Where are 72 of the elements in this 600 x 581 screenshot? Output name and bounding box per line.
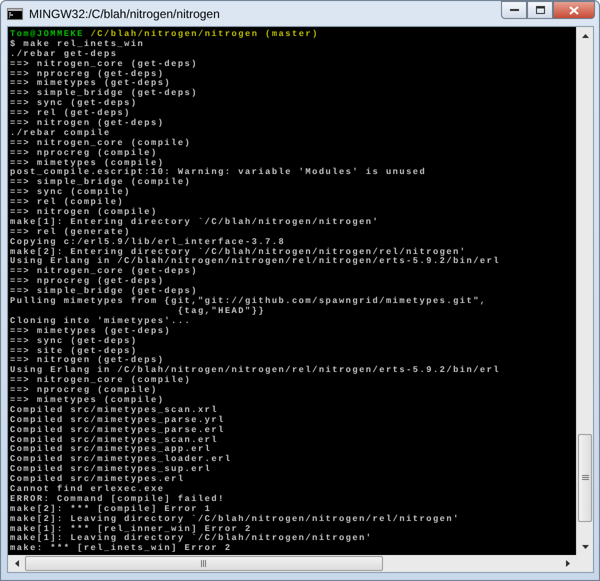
prompt-user: Tom@JOMMEKE: [10, 29, 84, 39]
terminal-line: ==> simple_bridge (get-deps): [10, 287, 199, 296]
down-arrow-icon: [582, 544, 589, 548]
grip-icon: [582, 475, 588, 481]
scroll-thumb[interactable]: [578, 434, 592, 522]
terminal-line: ==> rel (get-deps): [10, 109, 132, 118]
terminal-line: Copying c:/erl5.9/lib/erl_interface-3.7.8: [10, 238, 286, 248]
right-arrow-icon: [566, 560, 570, 567]
terminal-line: ==> nprocreg (compile): [10, 386, 159, 396]
terminal-line: {tag,"HEAD"}}: [176, 306, 266, 316]
scroll-thumb[interactable]: [25, 556, 383, 571]
terminal-line: Compiled src/mimetypes_scan.erl: [10, 436, 220, 445]
minimize-icon: [510, 8, 518, 12]
horizontal-scrollbar[interactable]: [8, 555, 576, 572]
terminal-line: post_compile.escript:10: Warning: variable 'Modules' is unused: [10, 168, 428, 178]
terminal-line: ==> nitrogen_core (compile): [10, 138, 192, 148]
terminal-line: Cannot find erlexec.exe: [10, 484, 166, 494]
terminal-line: ./rebar get-deps: [10, 50, 118, 60]
terminal-line: ==> sync (get-deps): [10, 99, 139, 108]
terminal-line: ==> mimetypes (compile): [10, 158, 164, 168]
terminal-line: Cloning into 'mimetypes'...: [10, 316, 192, 326]
terminal-line: ==> mimetypes (compile): [10, 396, 166, 406]
terminal-line: make[2]: *** [compile] Error 1: [10, 504, 212, 514]
terminal-line: ==> rel (generate): [10, 228, 132, 238]
terminal-line: make[2]: Leaving directory `/C/blah/nitrogen/nitrogen/rel/nitrogen': [10, 514, 461, 524]
terminal-line: ==> nprocreg (get-deps): [10, 70, 164, 79]
terminal-line: ./rebar compile: [10, 128, 112, 138]
maximize-icon: [536, 6, 544, 14]
terminal-line: ==> nitrogen (get-deps): [10, 356, 166, 366]
close-button[interactable]: [553, 1, 595, 19]
terminal-line: ERROR: Command [compile] failed!: [10, 494, 226, 504]
terminal-line: ==> nitrogen_core (get-deps): [10, 60, 199, 70]
terminal-line: Compiled src/mimetypes.erl: [10, 475, 186, 484]
up-arrow-icon: [582, 34, 589, 38]
terminal-line: $ make rel_inets_win: [10, 40, 146, 50]
terminal-line: make: *** [rel_inets_win] Error 2: [10, 544, 233, 554]
terminal-line: ==> sync (get-deps): [10, 336, 139, 346]
terminal-line: ==> nitrogen (compile): [10, 208, 159, 218]
terminal-line: Compiled src/mimetypes_loader.erl: [10, 455, 233, 464]
terminal-line: ==> nitrogen_core (compile): [10, 376, 192, 386]
terminal-line: make[1]: Entering directory `/C/blah/nitrogen/nitrogen': [10, 218, 380, 228]
terminal-line: Using Erlang in /C/blah/nitrogen/nitrogen/rel/nitrogen/erts-5.9.2/bin/erl: [10, 257, 502, 266]
window-title: MINGW32:/C/blah/nitrogen/nitrogen: [29, 6, 221, 22]
terminal-line: make[1]: Leaving directory `/C/blah/nitrogen/nitrogen': [10, 534, 374, 544]
minimize-button[interactable]: [501, 1, 527, 19]
terminal-line: Using Erlang in /C/blah/nitrogen/nitrogen/rel/nitrogen/erts-5.9.2/bin/erl: [10, 366, 502, 376]
terminal-line: Compiled src/mimetypes_sup.erl: [10, 465, 212, 474]
terminal-line: ==> nprocreg (get-deps): [10, 277, 166, 286]
maximize-button[interactable]: [527, 1, 553, 19]
left-arrow-icon: [14, 560, 18, 567]
terminal-line: ==> sync (compile): [10, 188, 132, 198]
terminal-line: Pulling mimetypes from {git,"git://github.com/spawngrid/mimetypes.git",: [10, 297, 488, 306]
close-icon: [569, 6, 579, 14]
terminal-line: make[2]: Entering directory `/C/blah/nitrogen/nitrogen/rel/nitrogen': [10, 248, 467, 257]
terminal-line: ==> rel (compile): [10, 198, 126, 208]
terminal-line: Compiled src/mimetypes_parse.yrl: [10, 416, 226, 426]
terminal-line: ==> nprocreg (compile): [10, 148, 159, 158]
terminal-line: ==> simple_bridge (get-deps): [10, 89, 199, 98]
terminal-line: ==> site (get-deps): [10, 346, 139, 356]
terminal-line: ==> mimetypes (get-deps): [10, 79, 172, 88]
terminal-line: ==> mimetypes (get-deps): [10, 326, 172, 336]
terminal-line: Compiled src/mimetypes_scan.xrl: [10, 406, 220, 416]
terminal-line: ==> nitrogen_core (get-deps): [10, 267, 199, 276]
terminal-line: Compiled src/mimetypes_app.erl: [10, 445, 212, 454]
prompt-path: /C/blah/nitrogen/nitrogen (master): [90, 29, 319, 39]
console-icon: [7, 8, 23, 20]
grip-icon: [201, 560, 207, 567]
terminal-line: ==> nitrogen (get-deps): [10, 119, 166, 128]
terminal-line: ==> simple_bridge (compile): [10, 178, 192, 188]
terminal-line: make[1]: *** [rel_inner_win] Error 2: [10, 524, 252, 534]
vertical-scrollbar[interactable]: [576, 27, 593, 555]
terminal-line: Compiled src/mimetypes_parse.erl: [10, 426, 226, 436]
